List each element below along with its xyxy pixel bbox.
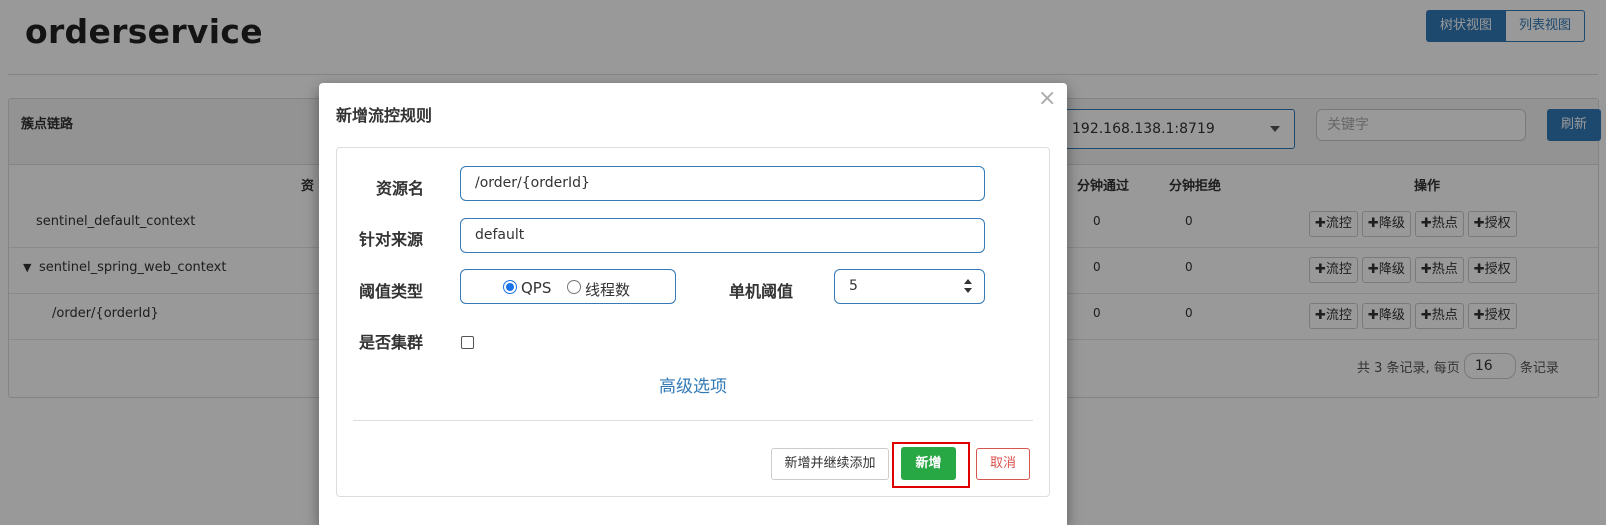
qps-radio[interactable] — [503, 280, 517, 294]
origin-label: 针对来源 — [359, 230, 424, 249]
cluster-checkbox[interactable] — [461, 336, 474, 349]
threshold-type-group: QPS 线程数 — [460, 269, 676, 304]
spinner-icon[interactable] — [963, 278, 974, 295]
thread-count-radio-label: 线程数 — [585, 281, 631, 299]
add-button[interactable]: 新增 — [901, 447, 956, 480]
resource-name-label: 资源名 — [376, 179, 425, 198]
origin-input[interactable]: default — [460, 218, 985, 253]
add-and-continue-button[interactable]: 新增并继续添加 — [771, 448, 889, 480]
cluster-label: 是否集群 — [359, 333, 424, 352]
qps-radio-label: QPS — [521, 279, 552, 297]
form-divider — [353, 420, 1033, 421]
rule-form: 资源名 /order/{orderId} 针对来源 default 阈值类型 Q… — [336, 147, 1050, 497]
thread-count-radio[interactable] — [567, 280, 581, 294]
threshold-label: 单机阈值 — [729, 282, 794, 301]
add-flow-rule-dialog: 新增流控规则 × 资源名 /order/{orderId} 针对来源 defau… — [319, 83, 1067, 525]
advanced-options-link[interactable]: 高级选项 — [659, 372, 727, 397]
cancel-button[interactable]: 取消 — [976, 448, 1030, 480]
resource-name-input[interactable]: /order/{orderId} — [460, 166, 985, 201]
close-icon[interactable]: × — [1038, 88, 1056, 110]
threshold-type-label: 阈值类型 — [359, 282, 424, 301]
threshold-input[interactable]: 5 — [834, 269, 985, 304]
modal-title: 新增流控规则 — [336, 106, 433, 125]
threshold-value: 5 — [849, 278, 858, 294]
